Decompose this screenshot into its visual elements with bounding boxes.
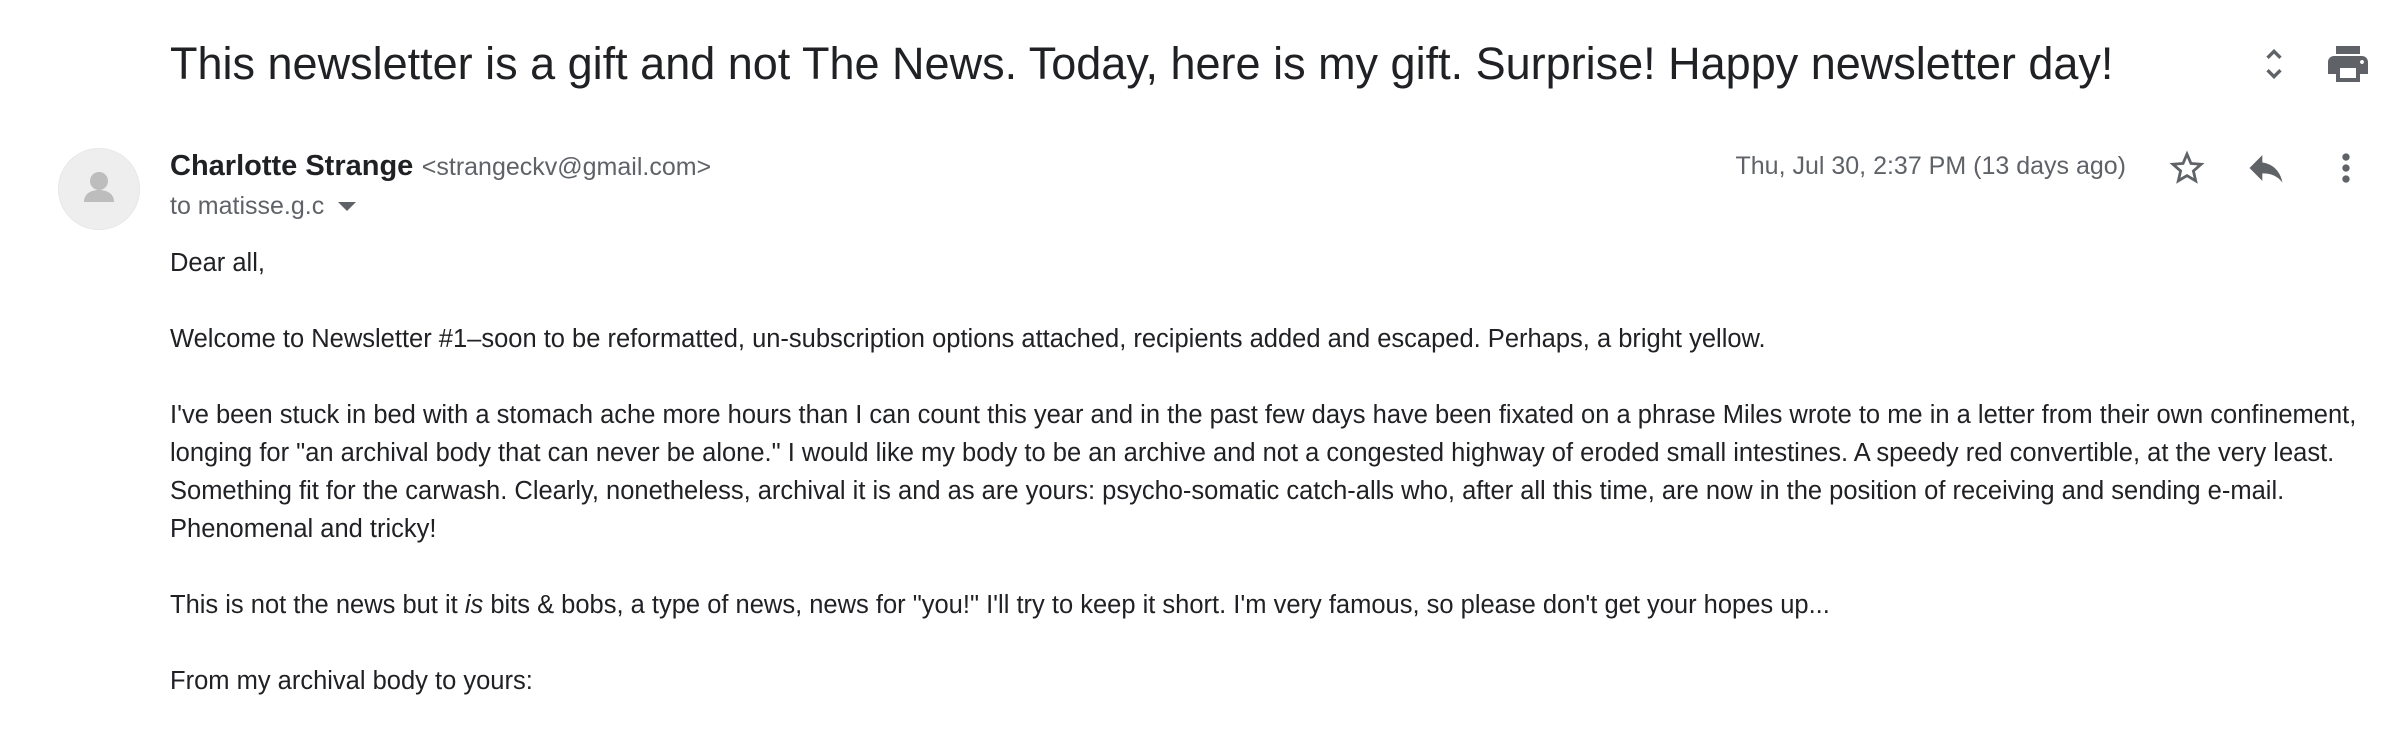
body-paragraph-2: I've been stuck in bed with a stomach ac… [170, 401, 2357, 543]
recipient-text: to matisse.g.c [170, 192, 325, 220]
recipient-line: to matisse.g.c [170, 192, 357, 221]
print-icon[interactable] [2324, 40, 2372, 88]
email-body: Dear all, Welcome to Newsletter #1–soon … [170, 244, 2370, 738]
sender-email: <strangeckv@gmail.com> [421, 153, 712, 181]
email-subject: This newsletter is a gift and not The Ne… [170, 38, 2114, 89]
body-greeting: Dear all, [170, 249, 265, 277]
default-avatar-icon [84, 172, 114, 202]
sender-avatar[interactable] [58, 148, 140, 230]
body-paragraph-1: Welcome to Newsletter #1–soon to be refo… [170, 325, 1766, 353]
reply-icon[interactable] [2244, 146, 2288, 190]
sender-line: Charlotte Strange <strangeckv@gmail.com> [170, 150, 711, 183]
more-vert-icon[interactable] [2324, 146, 2368, 190]
unfold-icon[interactable] [2254, 44, 2294, 84]
star-icon[interactable] [2166, 147, 2208, 189]
body-paragraph-3-end: bits & bobs, a type of news, news for "y… [483, 591, 1830, 619]
body-paragraph-4: From my archival body to yours: [170, 667, 533, 695]
body-paragraph-3-start: This is not the news but it [170, 591, 465, 619]
email-date[interactable]: Thu, Jul 30, 2:37 PM (13 days ago) [1736, 152, 2127, 181]
body-paragraph-3-emphasis: is [464, 591, 484, 619]
caret-down-icon[interactable] [338, 202, 357, 211]
sender-name[interactable]: Charlotte Strange [170, 150, 413, 182]
body-paragraph-3: This is not the news but it is bits & bo… [170, 586, 2370, 624]
